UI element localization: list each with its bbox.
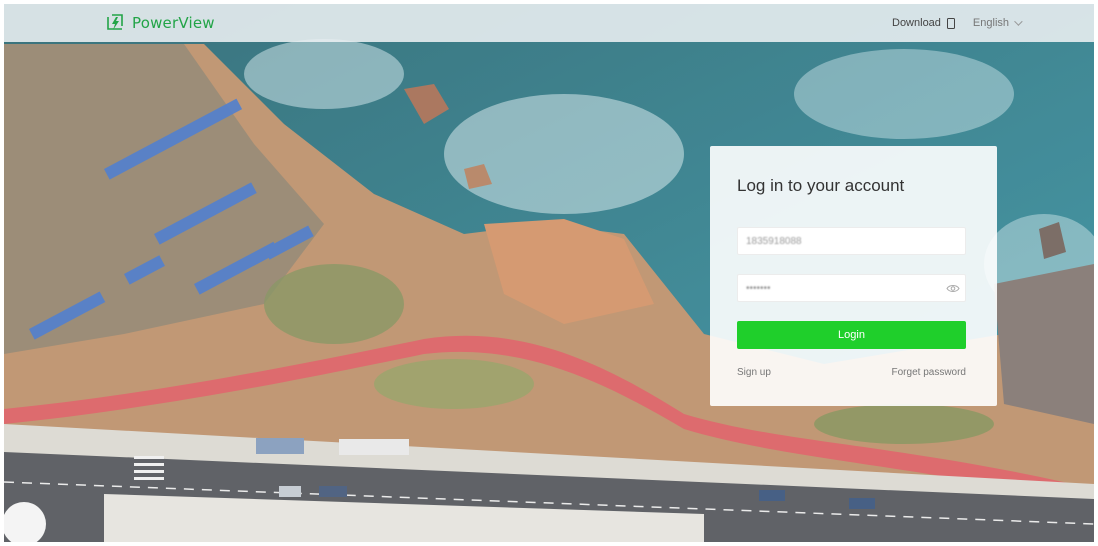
language-label: English <box>972 17 1009 29</box>
language-select[interactable]: English <box>972 17 1023 29</box>
password-field[interactable] <box>737 274 966 302</box>
forgot-password-link[interactable]: Forget password <box>892 367 966 378</box>
card-links: Sign up Forget password <box>737 367 966 378</box>
account-input[interactable] <box>746 235 957 247</box>
lightning-bolt-icon <box>107 14 123 30</box>
chevron-down-icon <box>1014 17 1023 26</box>
login-card: Log in to your account Login Sign up For… <box>710 146 997 406</box>
login-title: Log in to your account <box>737 176 905 195</box>
password-input[interactable] <box>746 282 957 294</box>
top-header: PowerView Download English <box>4 4 1094 42</box>
app-frame: PowerView Download English Log in to you… <box>4 4 1094 542</box>
login-button[interactable]: Login <box>737 321 966 349</box>
download-label: Download <box>892 17 941 29</box>
brand-logo[interactable]: PowerView <box>104 12 215 34</box>
account-field[interactable] <box>737 227 966 255</box>
eye-icon[interactable] <box>946 284 960 293</box>
header-actions: Download English <box>892 17 1074 29</box>
signup-link[interactable]: Sign up <box>737 367 771 378</box>
phone-icon <box>946 17 955 29</box>
download-link[interactable]: Download <box>892 17 955 29</box>
brand-name: PowerView <box>132 14 215 32</box>
